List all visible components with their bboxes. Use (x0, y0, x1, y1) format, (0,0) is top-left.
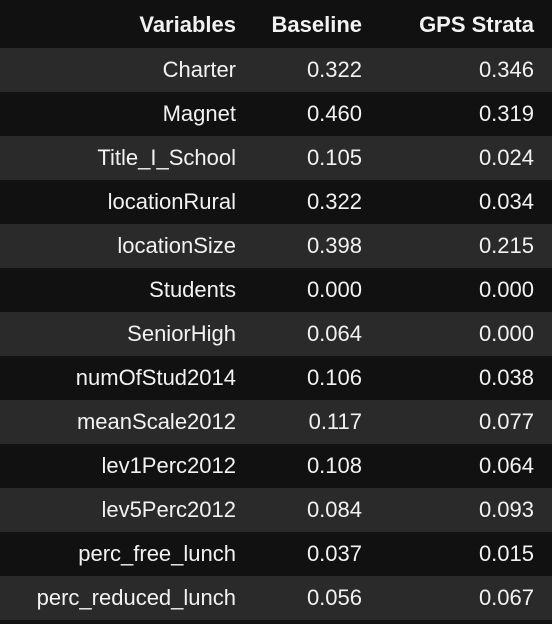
baseline-cell: 0.084 (306, 497, 362, 522)
gps-strata-cell: 0.077 (478, 409, 534, 434)
table-row: perc_reduced_lunch 0.056 0.067 (0, 576, 552, 620)
baseline-cell: 0.037 (306, 541, 362, 566)
table-body: Charter 0.322 0.346 Magnet 0.460 0.319 T… (0, 48, 552, 620)
variable-cell: numOfStud2014 (75, 365, 236, 390)
variable-cell: perc_reduced_lunch (36, 585, 236, 610)
variable-cell: Charter (162, 57, 236, 82)
gps-strata-cell: 0.000 (478, 277, 534, 302)
baseline-cell: 0.322 (306, 57, 362, 82)
baseline-cell: 0.398 (306, 233, 362, 258)
variable-cell: meanScale2012 (76, 409, 236, 434)
table-row: lev5Perc2012 0.084 0.093 (0, 488, 552, 532)
table-row: Students 0.000 0.000 (0, 268, 552, 312)
header-gps-strata: GPS Strata (419, 12, 534, 37)
variable-cell: lev1Perc2012 (101, 453, 236, 478)
baseline-cell: 0.000 (306, 277, 362, 302)
gps-strata-cell: 0.015 (478, 541, 534, 566)
table-row: numOfStud2014 0.106 0.038 (0, 356, 552, 400)
baseline-cell: 0.108 (306, 453, 362, 478)
baseline-cell: 0.056 (306, 585, 362, 610)
header-row: Variables Baseline GPS Strata (0, 0, 552, 48)
baseline-cell: 0.106 (306, 365, 362, 390)
gps-strata-cell: 0.215 (478, 233, 534, 258)
variable-cell: locationSize (117, 233, 236, 258)
balance-table-container: Variables Baseline GPS Strata Charter 0.… (0, 0, 552, 624)
gps-strata-cell: 0.034 (478, 189, 534, 214)
table-row: Magnet 0.460 0.319 (0, 92, 552, 136)
gps-strata-cell: 0.346 (478, 57, 534, 82)
baseline-cell: 0.105 (306, 145, 362, 170)
header-baseline: Baseline (271, 12, 363, 37)
gps-strata-cell: 0.093 (478, 497, 534, 522)
variable-cell: Magnet (162, 101, 236, 126)
gps-strata-cell: 0.319 (478, 101, 534, 126)
variable-cell: Students (149, 277, 236, 302)
variable-cell: Title_I_School (97, 145, 236, 170)
table-row: locationSize 0.398 0.215 (0, 224, 552, 268)
table-row: meanScale2012 0.117 0.077 (0, 400, 552, 444)
header-variables: Variables (139, 12, 236, 37)
table-header: Variables Baseline GPS Strata (0, 0, 552, 48)
table-row: locationRural 0.322 0.034 (0, 180, 552, 224)
variable-cell: locationRural (107, 189, 236, 214)
table-row: lev1Perc2012 0.108 0.064 (0, 444, 552, 488)
baseline-cell: 0.117 (308, 409, 362, 434)
baseline-cell: 0.460 (306, 101, 362, 126)
variable-cell: lev5Perc2012 (101, 497, 236, 522)
baseline-cell: 0.064 (306, 321, 362, 346)
gps-strata-cell: 0.000 (478, 321, 534, 346)
gps-strata-cell: 0.038 (478, 365, 534, 390)
table-row: Title_I_School 0.105 0.024 (0, 136, 552, 180)
variable-cell: perc_free_lunch (78, 541, 236, 566)
gps-strata-cell: 0.067 (478, 585, 534, 610)
table-row: perc_free_lunch 0.037 0.015 (0, 532, 552, 576)
variable-cell: SeniorHigh (127, 321, 236, 346)
baseline-cell: 0.322 (306, 189, 362, 214)
gps-strata-cell: 0.024 (478, 145, 534, 170)
table-row: Charter 0.322 0.346 (0, 48, 552, 92)
balance-table: Variables Baseline GPS Strata Charter 0.… (0, 0, 552, 620)
table-row: SeniorHigh 0.064 0.000 (0, 312, 552, 356)
gps-strata-cell: 0.064 (478, 453, 534, 478)
